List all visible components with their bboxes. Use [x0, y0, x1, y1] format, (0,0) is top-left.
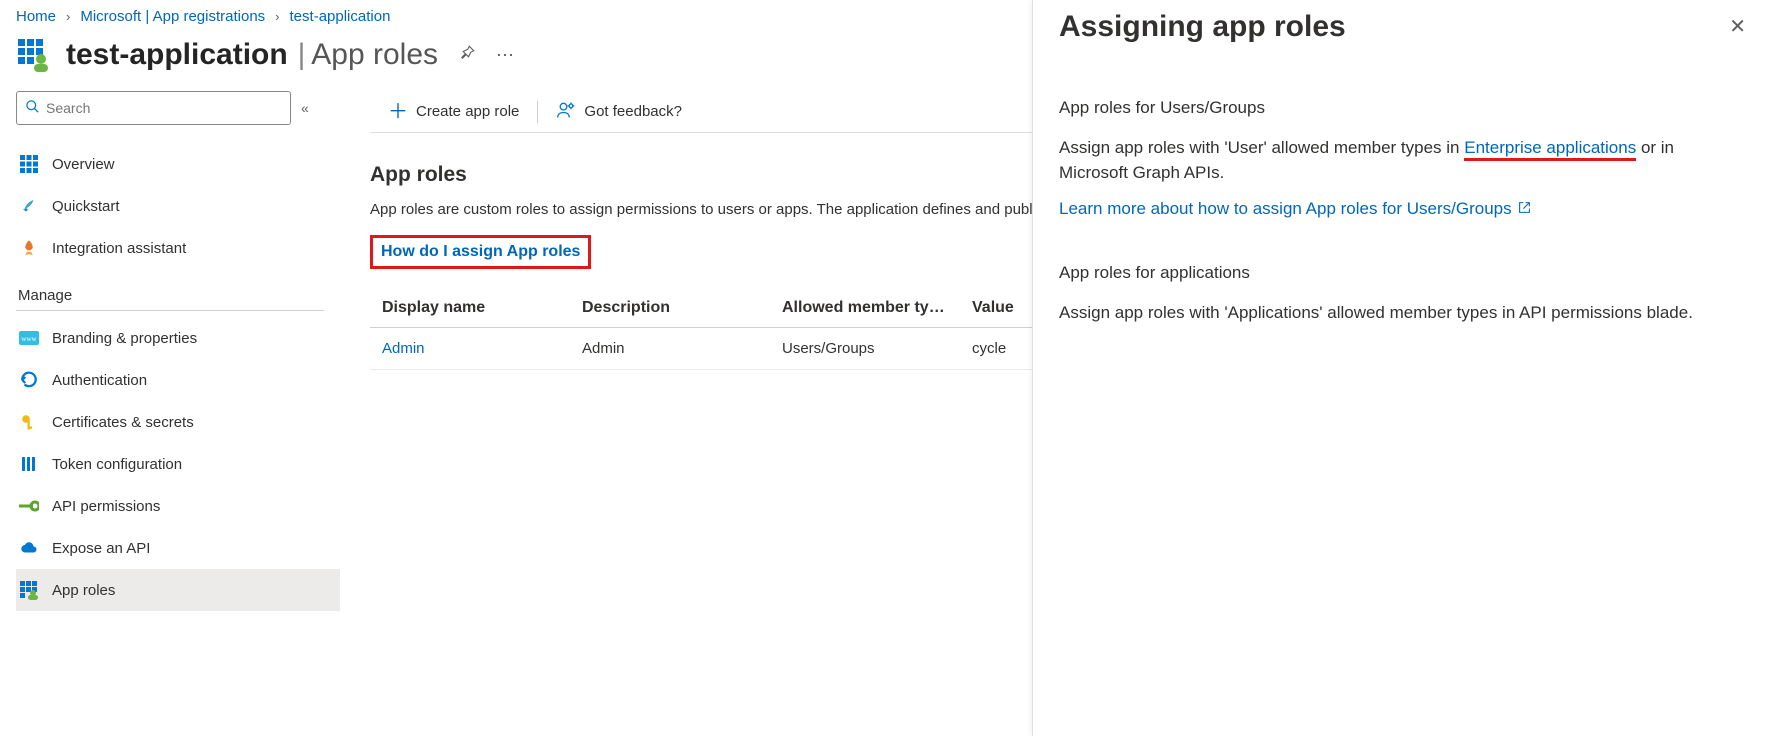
sidebar-item-token[interactable]: Token configuration	[16, 443, 340, 485]
breadcrumb-current[interactable]: test-application	[290, 8, 391, 25]
sidebar-item-integration[interactable]: Integration assistant	[16, 227, 340, 269]
sidebar: « Overview Quickstart Integration assist…	[0, 91, 340, 611]
key-icon	[18, 411, 40, 433]
panel-apps-text: Assign app roles with 'Applications' all…	[1059, 301, 1746, 326]
sidebar-item-overview[interactable]: Overview	[16, 143, 340, 185]
expose-api-icon	[18, 537, 40, 559]
app-name: test-application	[66, 38, 288, 71]
sidebar-item-label: Expose an API	[52, 540, 150, 557]
col-allowed-member[interactable]: Allowed member ty…	[770, 289, 960, 328]
page-title: test-application | App roles	[66, 38, 438, 72]
create-app-role-button[interactable]: ＋ Create app role	[370, 91, 537, 132]
sidebar-item-authentication[interactable]: Authentication	[16, 359, 340, 401]
external-link-icon	[1518, 201, 1531, 217]
toolbar-label: Create app role	[416, 103, 519, 120]
panel-title: Assigning app roles	[1059, 10, 1346, 44]
title-separator: |	[298, 38, 306, 71]
more-icon[interactable]: ⋯	[496, 45, 514, 66]
api-perm-icon	[18, 495, 40, 517]
enterprise-applications-link[interactable]: Enterprise applications	[1464, 138, 1636, 161]
app-icon	[16, 37, 52, 73]
how-assign-link[interactable]: How do I assign App roles	[370, 235, 591, 269]
learn-more-link[interactable]: Learn more about how to assign App roles…	[1059, 199, 1531, 219]
section-name: App roles	[311, 38, 438, 71]
collapse-sidebar-icon[interactable]: «	[301, 100, 309, 116]
panel-users-pre: Assign app roles with 'User' allowed mem…	[1059, 138, 1464, 157]
branding-icon: www	[18, 327, 40, 349]
breadcrumb-app-registrations[interactable]: Microsoft | App registrations	[80, 8, 265, 25]
feedback-icon	[556, 100, 576, 124]
sidebar-item-label: Branding & properties	[52, 330, 197, 347]
close-icon[interactable]: ✕	[1729, 10, 1746, 43]
breadcrumb-home[interactable]: Home	[16, 8, 56, 25]
search-input[interactable]	[46, 100, 282, 116]
feedback-button[interactable]: Got feedback?	[538, 91, 700, 132]
learn-more-label: Learn more about how to assign App roles…	[1059, 199, 1512, 219]
panel-users-text: Assign app roles with 'User' allowed mem…	[1059, 136, 1746, 185]
sidebar-item-branding[interactable]: www Branding & properties	[16, 317, 340, 359]
col-display-name[interactable]: Display name	[370, 289, 570, 328]
sidebar-item-label: Overview	[52, 156, 115, 173]
overview-icon	[18, 153, 40, 175]
row-description: Admin	[570, 327, 770, 369]
chevron-right-icon: ›	[66, 9, 70, 24]
sidebar-group-manage: Manage	[16, 269, 324, 311]
sidebar-item-quickstart[interactable]: Quickstart	[16, 185, 340, 227]
toolbar-label: Got feedback?	[584, 103, 682, 120]
sidebar-item-label: Quickstart	[52, 198, 120, 215]
search-input-wrap[interactable]	[16, 91, 291, 125]
panel-users-heading: App roles for Users/Groups	[1059, 98, 1746, 118]
chevron-right-icon: ›	[275, 9, 279, 24]
sidebar-item-label: App roles	[52, 582, 115, 599]
sidebar-item-label: Token configuration	[52, 456, 182, 473]
sidebar-item-label: Authentication	[52, 372, 147, 389]
pin-icon[interactable]	[458, 44, 476, 67]
plus-icon: ＋	[388, 102, 408, 122]
sidebar-item-label: API permissions	[52, 498, 160, 515]
sidebar-item-certificates[interactable]: Certificates & secrets	[16, 401, 340, 443]
quickstart-icon	[18, 195, 40, 217]
token-icon	[18, 453, 40, 475]
sidebar-item-api-permissions[interactable]: API permissions	[16, 485, 340, 527]
sidebar-item-label: Certificates & secrets	[52, 414, 194, 431]
row-display-name[interactable]: Admin	[370, 327, 570, 369]
app-roles-icon	[18, 579, 40, 601]
row-member-types: Users/Groups	[770, 327, 960, 369]
sidebar-item-app-roles[interactable]: App roles	[16, 569, 340, 611]
sidebar-item-label: Integration assistant	[52, 240, 186, 257]
assigning-roles-panel: Assigning app roles ✕ App roles for User…	[1032, 0, 1778, 736]
svg-text:www: www	[21, 335, 37, 343]
sidebar-item-expose-api[interactable]: Expose an API	[16, 527, 340, 569]
col-description[interactable]: Description	[570, 289, 770, 328]
auth-icon	[18, 369, 40, 391]
panel-apps-heading: App roles for applications	[1059, 263, 1746, 283]
search-icon	[25, 99, 40, 117]
rocket-icon	[18, 237, 40, 259]
